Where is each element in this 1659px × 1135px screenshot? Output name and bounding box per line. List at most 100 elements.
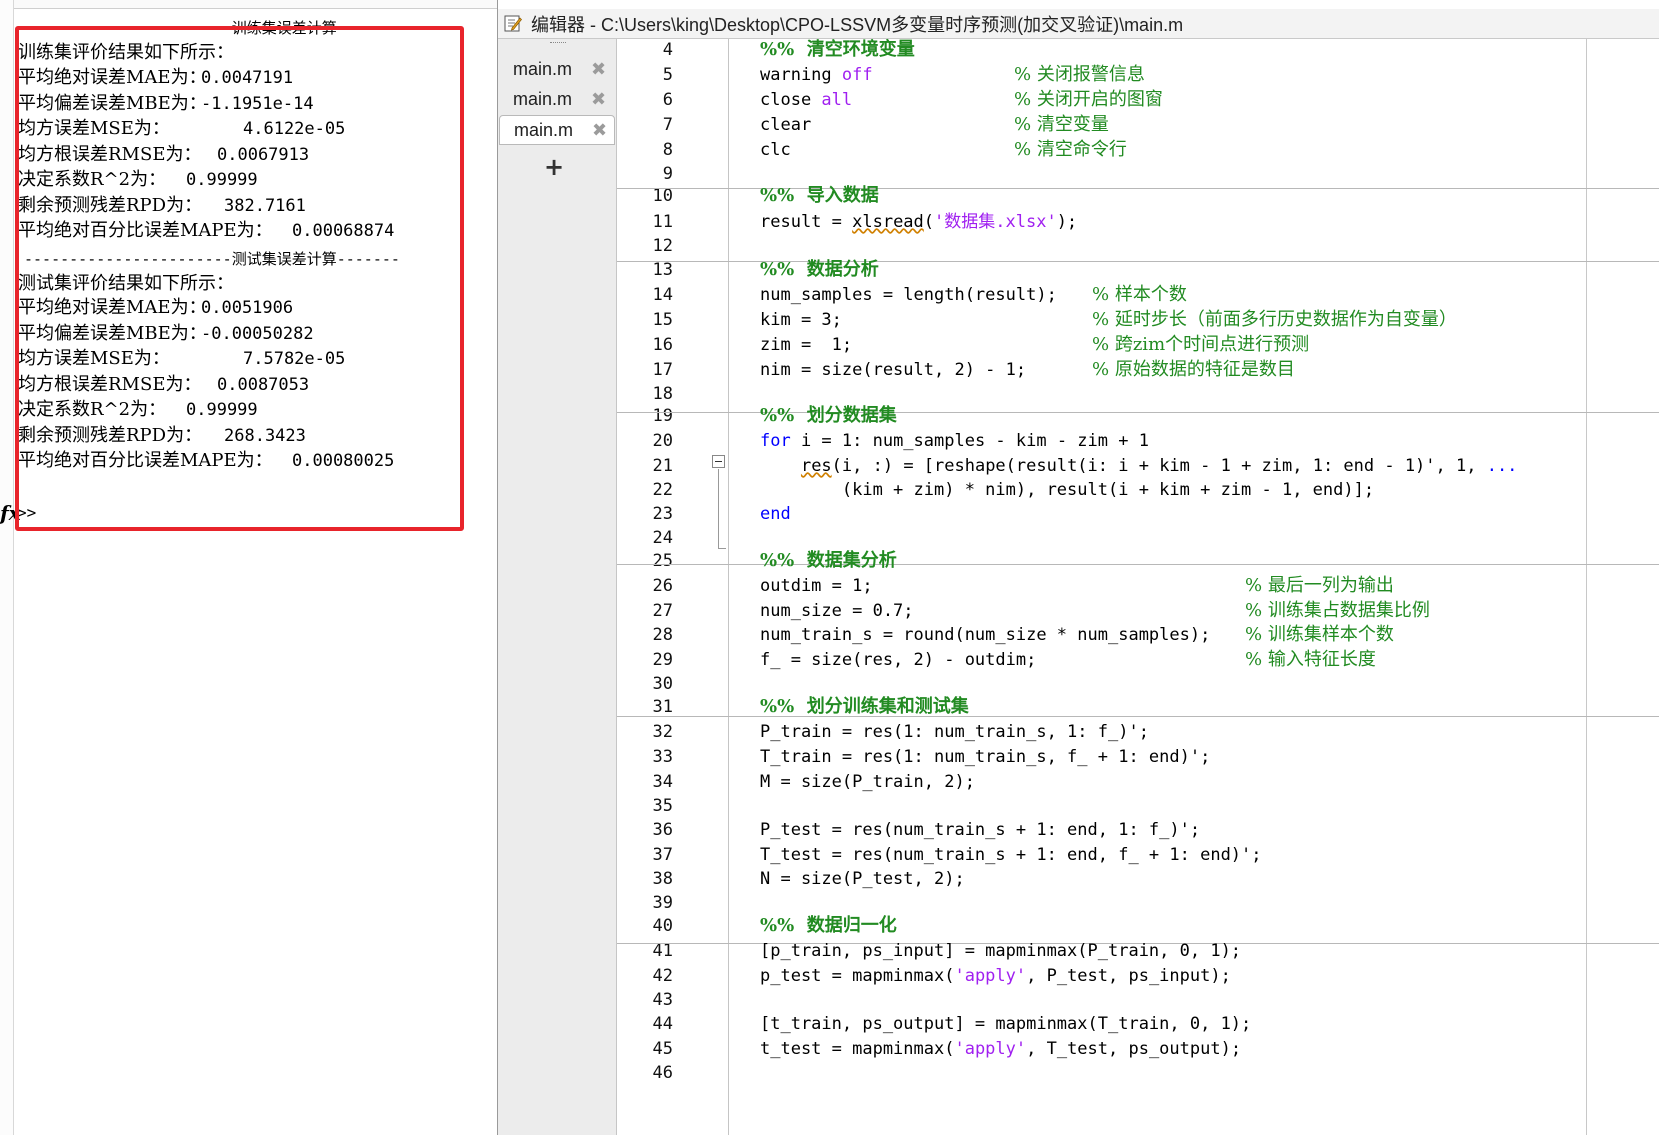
code-line-11[interactable]: result = xlsread('数据集.xlsx'); xyxy=(760,209,1077,235)
code-line-40[interactable]: %% 数据归一化 xyxy=(760,913,897,939)
command-window[interactable]: -----------------------训练集误差计算------- 训练… xyxy=(0,0,498,1135)
line-number: 41 xyxy=(652,941,673,961)
result-row: 均方根误差RMSE为： 0.0087053 xyxy=(18,372,309,398)
code-line-10[interactable]: %% 导入数据 xyxy=(760,183,879,209)
tab-main-m-3[interactable]: main.m ✖ xyxy=(499,115,615,145)
result-row: 平均绝对百分比误差MAPE为： 0.00068874 xyxy=(18,218,394,244)
code-line-25[interactable]: %% 数据集分析 xyxy=(760,548,897,574)
code-editor[interactable]: 4 5 6 7 8 9 10 11 12 13 14 15 16 17 18 19 20 21 22 23 24 25 26… xyxy=(617,39,1659,1135)
metric-label: 平均偏差误差MBE为： xyxy=(18,92,207,114)
code-line-5[interactable]: warning off xyxy=(760,62,873,88)
metric-value: 0.0047191 xyxy=(201,68,294,88)
metric-value: 0.0067913 xyxy=(217,144,310,165)
code-line-29[interactable]: f_ = size(res, 2) - outdim; xyxy=(760,647,1036,673)
code-line-23[interactable]: end xyxy=(760,501,791,527)
close-icon[interactable]: ✖ xyxy=(591,59,606,80)
code-line-26[interactable]: outdim = 1; xyxy=(760,573,873,599)
close-icon[interactable]: ✖ xyxy=(591,89,606,110)
metric-label: 均方误差MSE为： xyxy=(18,118,170,139)
code-line-21[interactable]: res(i, :) = [reshape(result(i: i + kim -… xyxy=(760,453,1517,479)
line-number: 40 xyxy=(652,916,673,936)
result-row: 决定系数R^2为： 0.99999 xyxy=(18,397,258,423)
code-line-34[interactable]: M = size(P_train, 2); xyxy=(760,769,975,795)
code-comment: % 清空变量 xyxy=(1014,114,1109,135)
result-row: 均方误差MSE为： 4.6122e-05 xyxy=(18,116,345,142)
code-line-31[interactable]: %% 划分训练集和测试集 xyxy=(760,694,969,720)
metric-label: 决定系数R^2为： xyxy=(18,399,167,420)
code-line-28[interactable]: num_train_s = round(num_size * num_sampl… xyxy=(760,622,1210,648)
metric-value: 0.99999 xyxy=(186,400,258,420)
close-icon[interactable]: ✖ xyxy=(592,120,607,141)
code-line-36[interactable]: P_test = res(num_train_s + 1: end, 1: f_… xyxy=(760,817,1200,843)
metric-label: 剩余预测残差RPD为： xyxy=(18,194,203,216)
metric-value: 0.0051906 xyxy=(201,298,294,318)
metric-value: 4.6122e-05 xyxy=(243,119,346,139)
line-number: 34 xyxy=(652,772,673,792)
add-tab-button[interactable]: + xyxy=(544,153,564,181)
code-line-32[interactable]: P_train = res(1: num_train_s, 1: f_)'; xyxy=(760,719,1149,745)
line-number: 14 xyxy=(652,285,673,305)
line-number: 8 xyxy=(662,140,673,160)
line-number: 27 xyxy=(652,601,673,621)
metric-value: 0.00068874 xyxy=(292,221,395,241)
metric-value: 268.3423 xyxy=(224,425,306,446)
code-line-44[interactable]: [t_train, ps_output] = mapminmax(T_train… xyxy=(760,1011,1251,1037)
code-line-37[interactable]: T_test = res(num_train_s + 1: end, f_ + … xyxy=(760,842,1262,868)
tab-main-m-1[interactable]: main.m ✖ xyxy=(499,55,615,85)
metric-label: 决定系数R^2为： xyxy=(18,169,167,190)
code-line-14[interactable]: num_samples = length(result); xyxy=(760,282,1057,308)
train-error-header: -----------------------训练集误差计算------- xyxy=(24,19,400,37)
command-prompt[interactable]: >> xyxy=(17,503,36,522)
metric-label: 平均绝对误差MAE为： xyxy=(18,297,207,318)
code-line-22[interactable]: (kim + zim) * nim), result(i + kim + zim… xyxy=(760,477,1374,503)
line-number: 17 xyxy=(652,360,673,380)
code-line-27[interactable]: num_size = 0.7; xyxy=(760,598,914,624)
code-line-17[interactable]: nim = size(result, 2) - 1; xyxy=(760,357,1026,383)
line-number: 33 xyxy=(652,747,673,767)
metric-value: 0.00080025 xyxy=(292,451,395,471)
code-line-7[interactable]: clear xyxy=(760,112,811,138)
test-result-title: 测试集评价结果如下所示： xyxy=(18,273,234,294)
code-line-19[interactable]: %% 划分数据集 xyxy=(760,403,897,429)
metric-label: 平均绝对百分比误差MAPE为： xyxy=(18,220,273,241)
test-error-header: -----------------------测试集误差计算------- xyxy=(24,250,400,268)
line-number: 4 xyxy=(662,40,673,60)
code-line-33[interactable]: T_train = res(1: num_train_s, f_ + 1: en… xyxy=(760,744,1210,770)
line-number: 36 xyxy=(652,820,673,840)
code-line-20[interactable]: for i = 1: num_samples - kim - zim + 1 xyxy=(760,428,1149,454)
fold-toggle-icon[interactable] xyxy=(712,455,725,468)
metric-label: 平均绝对误差MAE为： xyxy=(18,67,207,88)
code-line-13[interactable]: %% 数据分析 xyxy=(760,257,879,283)
fold-line xyxy=(718,469,719,549)
fold-end xyxy=(718,548,726,549)
tab-main-m-2[interactable]: main.m ✖ xyxy=(499,85,615,115)
code-line-38[interactable]: N = size(P_test, 2); xyxy=(760,866,965,892)
tab-label: main.m xyxy=(514,120,574,140)
editor-title: 编辑器 - C:\Users\king\Desktop\CPO-LSSVM多变量… xyxy=(531,15,1184,35)
code-line-8[interactable]: clc xyxy=(760,137,791,163)
editor-icon xyxy=(504,15,522,32)
code-line-4[interactable]: %% 清空环境变量 xyxy=(760,37,915,63)
line-number: 29 xyxy=(652,650,673,670)
metric-label: 均方根误差RMSE为： xyxy=(18,143,202,165)
line-number: 20 xyxy=(652,431,673,451)
code-line-16[interactable]: zim = 1; xyxy=(760,332,852,358)
command-window-toolbar xyxy=(0,0,497,9)
line-number: 21 xyxy=(652,456,673,476)
code-line-45[interactable]: t_test = mapminmax('apply', T_test, ps_o… xyxy=(760,1036,1241,1062)
result-row: 均方根误差RMSE为： 0.0067913 xyxy=(18,142,309,168)
code-line-15[interactable]: kim = 3; xyxy=(760,307,842,333)
metric-label: 平均偏差误差MBE为： xyxy=(18,322,207,344)
line-number: 32 xyxy=(652,722,673,742)
line-number: 22 xyxy=(652,480,673,500)
line-number: 38 xyxy=(652,869,673,889)
code-line-41[interactable]: [p_train, ps_input] = mapminmax(P_train,… xyxy=(760,938,1241,964)
result-row: 平均绝对误差MAE为： 0.0051906 xyxy=(18,295,293,321)
line-number: 6 xyxy=(662,90,673,110)
metric-value: -1.1951e-14 xyxy=(201,93,314,114)
tab-grip[interactable] xyxy=(550,42,566,45)
line-number-gutter: 4 5 6 7 8 9 10 11 12 13 14 15 16 17 18 19 20 21 22 23 24 25 26… xyxy=(617,39,729,1135)
code-line-42[interactable]: p_test = mapminmax('apply', P_test, ps_i… xyxy=(760,963,1231,989)
line-number: 5 xyxy=(662,65,673,85)
code-line-6[interactable]: close all xyxy=(760,87,852,113)
